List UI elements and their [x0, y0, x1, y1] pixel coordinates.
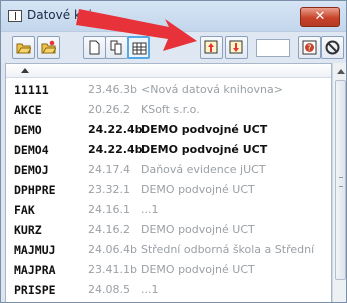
list-item-code: KURZ — [14, 223, 42, 237]
list-item-name: DEMO podvojné UCT — [141, 183, 255, 196]
open-folder-star-icon — [41, 40, 56, 54]
vertical-scrollbar[interactable] — [332, 63, 346, 302]
list-item[interactable]: DEMO 24.22.4b DEMO podvojné UCT — [6, 121, 331, 138]
list-item-name: DEMO podvojné UCT — [141, 263, 255, 276]
open-folder-star-button[interactable] — [37, 36, 60, 59]
list-header[interactable] — [6, 64, 331, 78]
copy-document-button[interactable] — [105, 36, 128, 59]
list-item[interactable]: FAK 24.16.1 ...1 — [6, 201, 331, 218]
window-title: Datové kni — [27, 8, 92, 22]
open-folder-button[interactable] — [12, 36, 35, 59]
list-item[interactable]: KURZ 24.16.2 DEMO podvojné UCT — [6, 221, 331, 238]
list-item-name: ...1 — [141, 203, 159, 216]
list-item-version: 23.41.1b — [88, 263, 137, 276]
list-item-code: MAJMUJ — [14, 243, 56, 257]
list-item-version: 24.17.4 — [88, 163, 130, 176]
new-document-button[interactable] — [83, 36, 106, 59]
list-item[interactable]: DEMOJ 24.17.4 Daňová evidence jUCT — [6, 161, 331, 178]
copy-doc-icon — [110, 40, 122, 55]
svg-text:?: ? — [307, 44, 311, 53]
list-item-code: FAK — [14, 203, 35, 217]
list-item-version: 23.32.1 — [88, 183, 130, 196]
list-item-version: 20.26.2 — [88, 103, 130, 116]
list-item[interactable]: DEMO4 24.22.4b DEMO podvojné UCT — [6, 141, 331, 158]
no-entry-icon — [325, 40, 340, 55]
list-item-name: ...1 — [141, 283, 159, 296]
new-doc-icon — [89, 40, 100, 55]
list-item-code: PRISPE — [14, 283, 56, 297]
list-item-version: 23.46.3b — [88, 83, 137, 96]
list-item-version: 24.22.4b — [88, 143, 143, 156]
list-item-version: 24.06.4b — [88, 243, 137, 256]
no-entry-button[interactable] — [321, 36, 344, 59]
list-item-code: DPHPRE — [14, 183, 56, 197]
list-item[interactable]: AKCE 20.26.2 KSoft s.r.o. — [6, 101, 331, 118]
close-button[interactable]: ✕ — [300, 7, 340, 27]
sort-ascending-icon — [21, 68, 29, 73]
grip-icon — [339, 177, 343, 187]
list-item-code: DEMOJ — [14, 163, 49, 177]
list-item-version: 24.16.1 — [88, 203, 130, 216]
grid-icon — [132, 42, 147, 55]
list-item-name: Daňová evidence jUCT — [141, 163, 266, 176]
list-item-version: 24.16.2 — [88, 223, 130, 236]
title-bar[interactable]: Datové kni ✕ — [1, 1, 346, 32]
search-input[interactable] — [256, 39, 290, 57]
book-icon — [8, 10, 22, 22]
list-item-name: DEMO podvojné UCT — [141, 143, 268, 156]
list-item[interactable]: MAJMUJ 24.06.4b Střední odborná škola a St… — [6, 241, 331, 258]
help-icon: ? — [302, 40, 317, 55]
list-item-name: Střední odborná škola a Střední — [141, 243, 315, 256]
list-item[interactable]: DPHPRE 23.32.1 DEMO podvojné UCT — [6, 181, 331, 198]
scrollbar-thumb[interactable] — [335, 80, 346, 280]
list-item-code: DEMO — [14, 123, 42, 137]
list-item-version: 24.08.5 — [88, 283, 130, 296]
help-button[interactable]: ? — [298, 36, 321, 59]
move-up-icon — [204, 40, 218, 54]
move-down-button[interactable] — [225, 36, 248, 59]
move-up-button[interactable] — [200, 36, 223, 59]
list-item-code: MAJPRA — [14, 263, 56, 277]
list-item-version: 24.22.4b — [88, 123, 143, 136]
list-item-name: KSoft s.r.o. — [141, 103, 200, 116]
library-list[interactable]: 11111 23.46.3b <Nová datová knihovna> AKCE 2… — [5, 63, 332, 302]
toolbar: ? — [1, 32, 346, 64]
list-item-name: <Nová datová knihovna> — [141, 83, 283, 96]
list-item-name: DEMO podvojné UCT — [141, 123, 268, 136]
grid-view-button[interactable] — [127, 36, 150, 59]
list-item-name: DEMO podvojné UCT — [141, 223, 255, 236]
scroll-up-icon[interactable] — [337, 69, 345, 74]
move-down-icon — [229, 40, 243, 54]
list-item[interactable]: PRISPE 24.08.5 ...1 — [6, 281, 331, 298]
open-folder-icon — [16, 43, 31, 54]
library-window: Datové kni ✕ ? 11111 23.46.3b <Nová dato… — [0, 0, 347, 303]
list-item[interactable]: 11111 23.46.3b <Nová datová knihovna> — [6, 81, 331, 98]
list-item-code: DEMO4 — [14, 143, 49, 157]
list-item-code: AKCE — [14, 103, 42, 117]
list-item[interactable]: MAJPRA 23.41.1b DEMO podvojné UCT — [6, 261, 331, 278]
list-item-code: 11111 — [14, 83, 49, 97]
